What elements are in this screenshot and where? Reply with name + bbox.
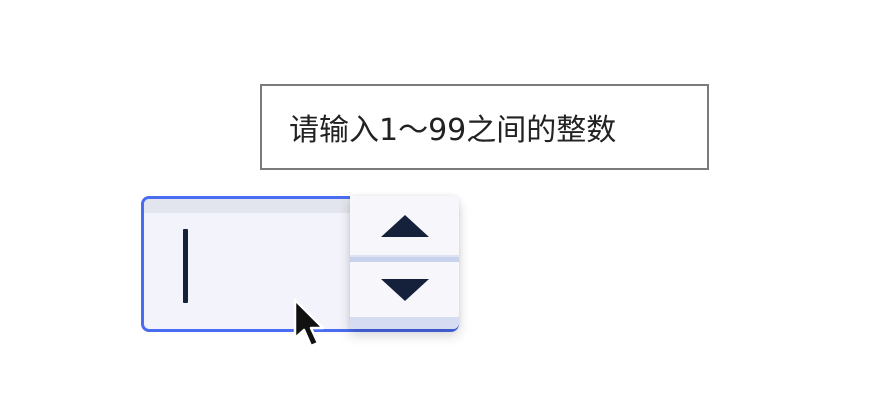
spin-bottom-band: [350, 317, 459, 329]
input-hint-tooltip: 请输入1～99之间的整数: [260, 84, 709, 170]
input-hint-text: 请输入1～99之间的整数: [289, 113, 617, 148]
caret-up-icon: [380, 215, 429, 237]
increment-button[interactable]: [350, 196, 459, 256]
decrement-button[interactable]: [350, 262, 459, 317]
caret-down-icon: [380, 278, 429, 301]
spin-divider: [350, 255, 459, 262]
input-top-band: [144, 199, 350, 213]
number-stepper: [141, 196, 459, 332]
text-caret: [183, 229, 188, 303]
spin-buttons: [350, 196, 459, 329]
